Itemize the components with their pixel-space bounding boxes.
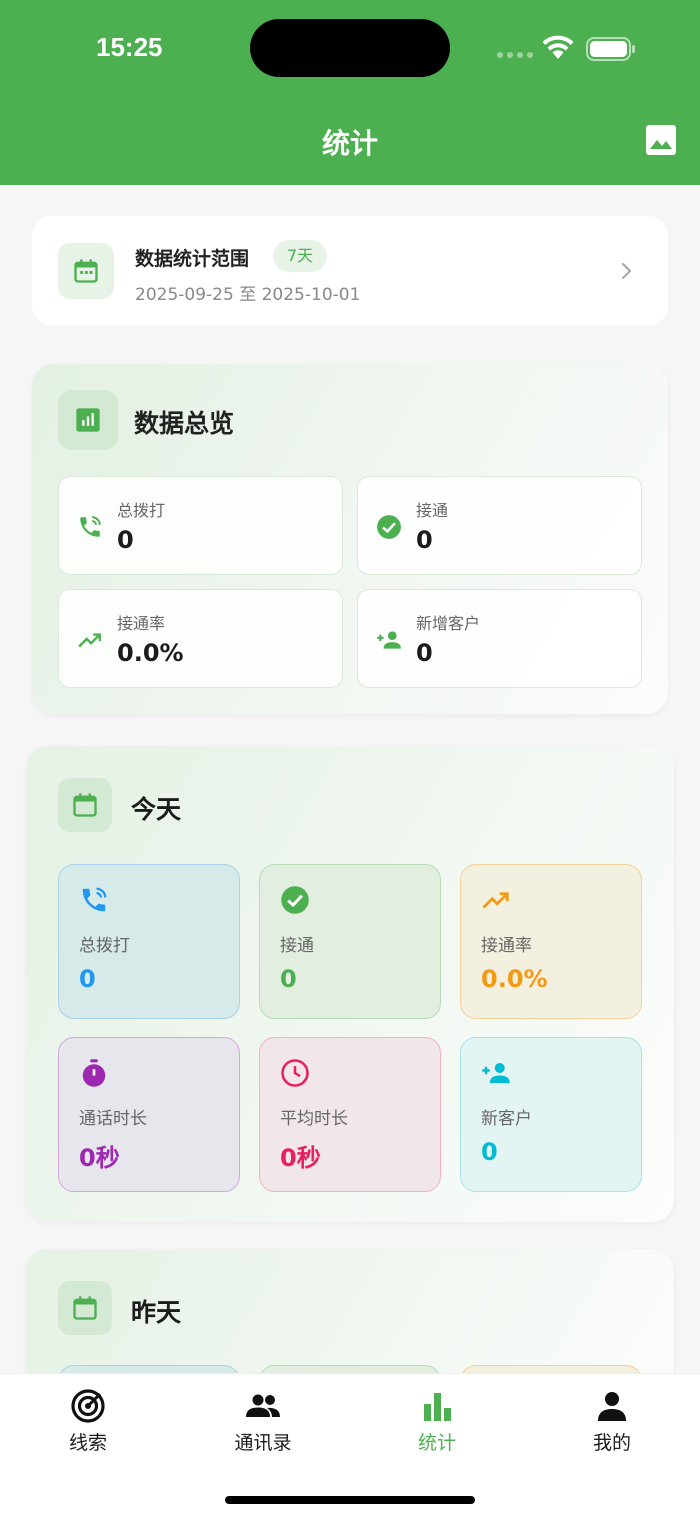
tile-value: 0 (117, 526, 134, 554)
phone-call-icon (82, 887, 107, 912)
tile-label: 接通率 (117, 614, 166, 633)
trending-up-icon (78, 633, 101, 648)
bar-chart-icon (58, 390, 118, 450)
stat-new-customers: 新客户 0 (460, 1037, 642, 1192)
image-icon[interactable] (645, 124, 677, 156)
stat-value: 0.0% (481, 965, 548, 993)
stat-value: 0 (79, 965, 96, 993)
stat-average-duration: 平均时长 0秒 (259, 1037, 441, 1192)
overview-section: 数据总览 总拨打 0 接通 0 接通率 0.0% 新增客户 0 (32, 364, 668, 714)
stat-connected: 接通 0 (259, 864, 441, 1019)
stat-total-calls: 总拨打 0 (58, 864, 240, 1019)
phone-call-icon (80, 516, 101, 537)
cellular-signal-icon (497, 52, 533, 58)
calendar-icon (58, 778, 112, 832)
today-section: 今天 总拨打 0 接通 0 接通率 0.0% 通话时长 0秒 平均时长 0秒 新… (26, 746, 674, 1222)
person-add-icon (377, 631, 401, 649)
stat-value: 0秒 (79, 1144, 120, 1172)
person-add-icon (482, 1063, 510, 1083)
tile-value: 0.0% (117, 639, 184, 667)
app-header: 15:25 统计 (0, 0, 700, 185)
trending-up-icon (482, 892, 509, 909)
tile-label: 总拨打 (117, 501, 166, 520)
stat-label: 接通率 (481, 936, 532, 956)
check-circle-icon (281, 886, 309, 914)
tab-label: 线索 (68, 1432, 107, 1454)
overview-tile-new-customers: 新增客户 0 (357, 589, 642, 688)
tab-contacts[interactable]: 通讯录 (193, 1388, 333, 1455)
home-indicator (225, 1496, 475, 1504)
calendar-icon (58, 243, 114, 299)
dynamic-island (250, 19, 450, 77)
stat-label: 平均时长 (280, 1109, 348, 1129)
timer-icon (82, 1059, 106, 1087)
tab-me[interactable]: 我的 (542, 1388, 682, 1455)
people-icon (246, 1394, 280, 1417)
stat-connect-rate: 接通率 0.0% (460, 864, 642, 1019)
stat-label: 总拨打 (79, 936, 130, 956)
tab-leads[interactable]: 线索 (18, 1388, 158, 1455)
stat-value: 0 (481, 1138, 498, 1166)
today-title: 今天 (131, 795, 182, 824)
range-title: 数据统计范围 (135, 248, 250, 270)
battery-icon (586, 37, 635, 61)
range-days-badge: 7天 (273, 240, 328, 272)
tile-label: 新增客户 (416, 614, 481, 633)
overview-tile-connect-rate: 接通率 0.0% (58, 589, 343, 688)
yesterday-title: 昨天 (131, 1298, 182, 1327)
clock-icon (281, 1059, 309, 1087)
chevron-right-icon (621, 262, 632, 280)
bar-chart-icon (424, 1393, 451, 1421)
page-title: 统计 (321, 127, 378, 160)
status-time: 15:25 (96, 32, 163, 62)
tab-bar: 线索 通讯录 统计 我的 (0, 1373, 700, 1514)
stat-value: 0秒 (280, 1144, 321, 1172)
stat-call-duration: 通话时长 0秒 (58, 1037, 240, 1192)
stat-label: 接通 (280, 936, 314, 956)
calendar-icon (58, 1281, 112, 1335)
tile-label: 接通 (416, 501, 449, 520)
overview-title: 数据总览 (134, 409, 235, 438)
stat-label: 通话时长 (79, 1109, 147, 1129)
tile-value: 0 (416, 526, 433, 554)
target-icon (71, 1389, 105, 1423)
stat-label: 新客户 (481, 1109, 532, 1129)
tab-statistics[interactable]: 统计 (367, 1388, 507, 1455)
overview-tile-total-calls: 总拨打 0 (58, 476, 343, 575)
tile-value: 0 (416, 639, 433, 667)
stat-value: 0 (280, 965, 297, 993)
date-range-card[interactable]: 数据统计范围 7天 2025-09-25 至 2025-10-01 (32, 216, 668, 326)
tab-label: 通讯录 (234, 1432, 292, 1454)
range-dates: 2025-09-25 至 2025-10-01 (135, 285, 361, 305)
wifi-icon (542, 35, 574, 59)
person-icon (598, 1392, 626, 1421)
check-circle-icon (377, 515, 401, 539)
tab-label: 统计 (417, 1432, 456, 1454)
tab-label: 我的 (592, 1432, 631, 1454)
overview-tile-connected: 接通 0 (357, 476, 642, 575)
